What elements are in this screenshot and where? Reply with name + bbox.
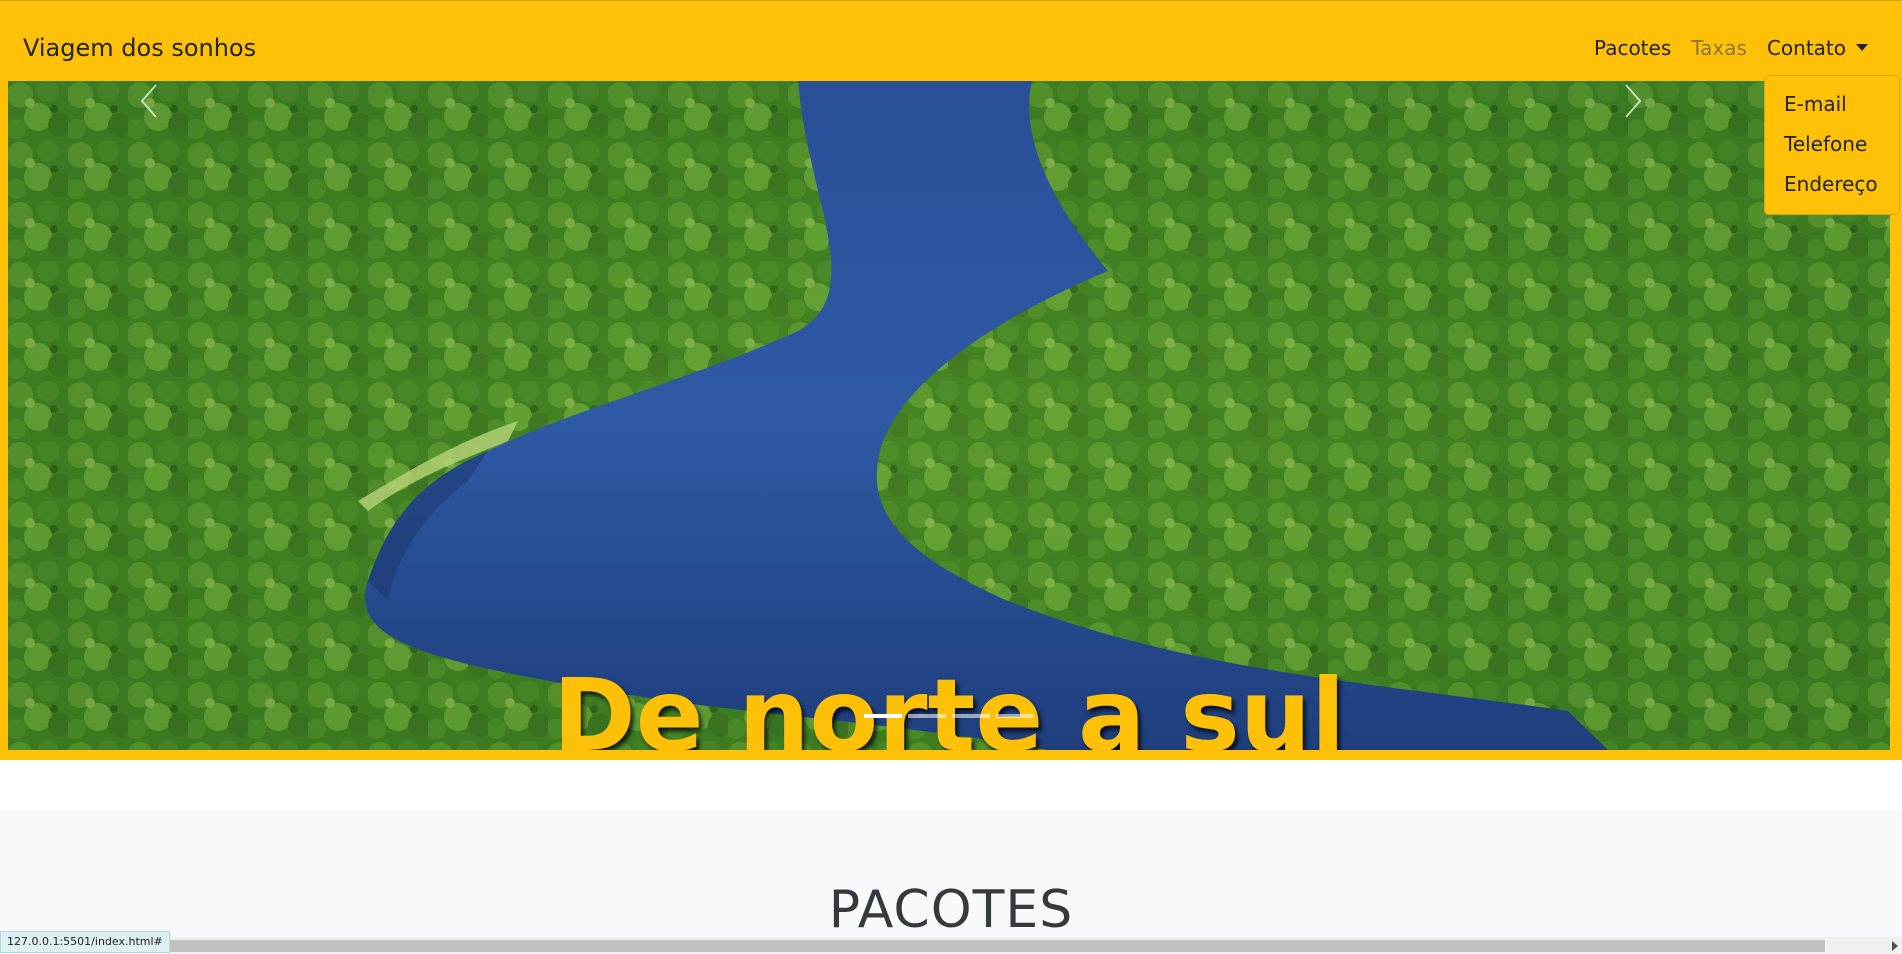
carousel-frame: De norte a sul [0, 81, 1902, 760]
scrollbar-thumb[interactable] [150, 940, 1825, 952]
nav-link-contato-label: Contato [1766, 36, 1846, 60]
nav-link-pacotes[interactable]: Pacotes [1594, 33, 1671, 63]
pacotes-section: PACOTES [0, 810, 1902, 954]
chevron-left-icon [140, 84, 157, 118]
dropdown-item-email[interactable]: E-mail [1765, 84, 1899, 124]
chevron-right-icon [1625, 84, 1642, 118]
nav-link-taxas[interactable]: Taxas [1691, 33, 1747, 63]
caret-down-icon [1856, 44, 1868, 51]
carousel-indicator-1[interactable] [864, 714, 902, 718]
horizontal-scrollbar[interactable] [0, 937, 1902, 954]
scroll-right-arrow-icon[interactable] [1892, 941, 1898, 951]
hero-carousel: De norte a sul [8, 81, 1890, 750]
carousel-indicator-3[interactable] [952, 714, 990, 718]
contato-dropdown-menu: E-mail Telefone Endereço [1764, 75, 1900, 215]
dropdown-item-endereco[interactable]: Endereço [1765, 164, 1899, 204]
carousel-caption: De norte a sul [552, 657, 1346, 750]
carousel-indicators [8, 714, 1890, 718]
carousel-indicator-4[interactable] [996, 714, 1034, 718]
nav-dropdown-contato[interactable]: Contato [1767, 33, 1868, 63]
carousel-prev-button[interactable] [8, 81, 278, 750]
status-url: 127.0.0.1:5501/index.html# [0, 931, 170, 953]
carousel-indicator-2[interactable] [908, 714, 946, 718]
navbar-brand[interactable]: Viagem dos sonhos [23, 33, 256, 63]
navbar: Viagem dos sonhos Pacotes Taxas Contato [0, 0, 1902, 81]
carousel-slide-image [8, 81, 1890, 750]
dropdown-item-telefone[interactable]: Telefone [1765, 124, 1899, 164]
nav-links: Pacotes Taxas Contato [1574, 33, 1868, 63]
